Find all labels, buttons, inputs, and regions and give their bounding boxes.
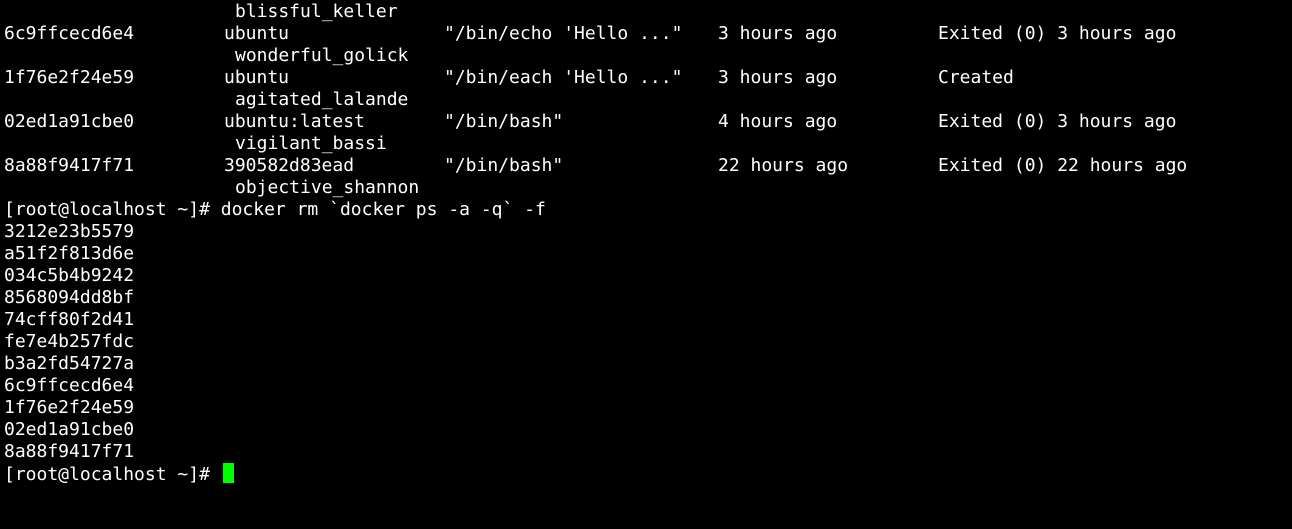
output-line: 1f76e2f24e59	[0, 397, 1292, 419]
removed-id: 1f76e2f24e59	[4, 397, 135, 418]
removed-id: 034c5b4b9242	[4, 265, 135, 286]
container-image: ubuntu:latest	[224, 111, 365, 132]
container-row: 02ed1a91cbe0 ubuntu:latest "/bin/bash" 4…	[0, 111, 1292, 133]
container-name: blissful_keller	[235, 1, 398, 22]
command-text: [root@localhost ~]# docker rm `docker ps…	[4, 199, 546, 220]
command-line: [root@localhost ~]# docker rm `docker ps…	[0, 199, 1292, 221]
container-command: "/bin/echo 'Hello ..."	[444, 23, 683, 44]
removed-id: b3a2fd54727a	[4, 353, 135, 374]
container-row: 1f76e2f24e59 ubuntu "/bin/each 'Hello ..…	[0, 67, 1292, 89]
removed-id: 8568094dd8bf	[4, 287, 135, 308]
removed-id: a51f2f813d6e	[4, 243, 135, 264]
removed-id: fe7e4b257fdc	[4, 331, 135, 352]
output-line: objective_shannon	[0, 177, 1292, 199]
container-created: 3 hours ago	[718, 23, 838, 44]
container-status: Created	[938, 67, 1014, 88]
output-line: 8568094dd8bf	[0, 287, 1292, 309]
container-name: vigilant_bassi	[235, 133, 387, 154]
output-line: fe7e4b257fdc	[0, 331, 1292, 353]
container-image: 390582d83ead	[224, 155, 355, 176]
removed-id: 02ed1a91cbe0	[4, 419, 135, 440]
container-id: 02ed1a91cbe0	[4, 111, 135, 132]
container-image: ubuntu	[224, 23, 290, 44]
terminal-window[interactable]: blissful_keller 6c9ffcecd6e4 ubuntu "/bi…	[0, 0, 1292, 503]
container-name: agitated_lalande	[235, 89, 409, 110]
container-command: "/bin/bash"	[444, 111, 564, 132]
removed-id: 74cff80f2d41	[4, 309, 135, 330]
container-row: 8a88f9417f71 390582d83ead "/bin/bash" 22…	[0, 155, 1292, 177]
prompt-text: [root@localhost ~]#	[4, 464, 221, 485]
output-line: wonderful_golick	[0, 45, 1292, 67]
container-created: 22 hours ago	[718, 155, 849, 176]
output-line: b3a2fd54727a	[0, 353, 1292, 375]
output-line: blissful_keller	[0, 1, 1292, 23]
container-id: 6c9ffcecd6e4	[4, 23, 135, 44]
output-line: agitated_lalande	[0, 89, 1292, 111]
output-line: a51f2f813d6e	[0, 243, 1292, 265]
container-id: 8a88f9417f71	[4, 155, 135, 176]
output-line: 02ed1a91cbe0	[0, 419, 1292, 441]
output-line: 8a88f9417f71	[0, 441, 1292, 463]
container-image: ubuntu	[224, 67, 290, 88]
container-id: 1f76e2f24e59	[4, 67, 135, 88]
terminal-cursor	[222, 463, 234, 483]
prompt-wrap: [root@localhost ~]#	[4, 463, 234, 486]
container-command: "/bin/bash"	[444, 155, 564, 176]
container-command: "/bin/each 'Hello ..."	[444, 67, 683, 88]
prompt-line[interactable]: [root@localhost ~]#	[0, 463, 1292, 485]
container-name: wonderful_golick	[235, 45, 409, 66]
container-row: 6c9ffcecd6e4 ubuntu "/bin/echo 'Hello ..…	[0, 23, 1292, 45]
output-line: 6c9ffcecd6e4	[0, 375, 1292, 397]
output-line: 74cff80f2d41	[0, 309, 1292, 331]
container-status: Exited (0) 3 hours ago	[938, 23, 1177, 44]
removed-id: 6c9ffcecd6e4	[4, 375, 135, 396]
output-line: vigilant_bassi	[0, 133, 1292, 155]
container-created: 3 hours ago	[718, 67, 838, 88]
output-line: 3212e23b5579	[0, 221, 1292, 243]
removed-id: 8a88f9417f71	[4, 441, 135, 462]
container-name: objective_shannon	[235, 177, 420, 198]
container-created: 4 hours ago	[718, 111, 838, 132]
container-status: Exited (0) 22 hours ago	[938, 155, 1188, 176]
container-status: Exited (0) 3 hours ago	[938, 111, 1177, 132]
output-line: 034c5b4b9242	[0, 265, 1292, 287]
removed-id: 3212e23b5579	[4, 221, 135, 242]
